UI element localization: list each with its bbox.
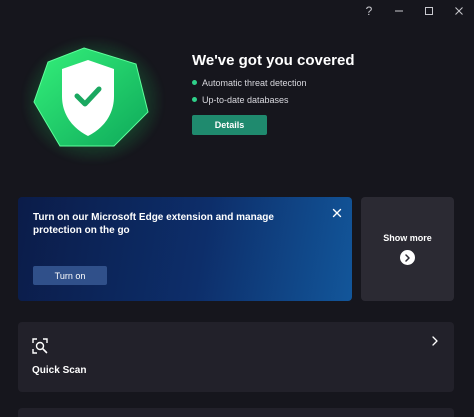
- show-more-label: Show more: [383, 233, 432, 243]
- feature-item: Up-to-date databases: [192, 91, 307, 108]
- edge-card-close-button[interactable]: [330, 206, 344, 220]
- show-more-card[interactable]: Show more: [361, 197, 454, 301]
- feature-item: Automatic threat detection: [192, 74, 307, 91]
- protection-status: We've got you covered Automatic threat d…: [0, 0, 474, 180]
- quick-scan-card[interactable]: Quick Scan: [18, 322, 454, 392]
- chevron-right-icon: [432, 336, 438, 346]
- chevron-right-icon: [405, 253, 410, 262]
- show-more-arrow-button[interactable]: [400, 250, 415, 265]
- quick-scan-icon: [32, 338, 48, 354]
- feature-label: Up-to-date databases: [202, 94, 289, 105]
- edge-extension-card: Turn on our Microsoft Edge extension and…: [18, 197, 352, 301]
- feature-list: Automatic threat detection Up-to-date da…: [192, 74, 307, 108]
- hero-title: We've got you covered: [192, 52, 355, 69]
- protection-shield: [18, 38, 168, 163]
- shield-check-icon: [33, 47, 149, 147]
- bullet-dot-icon: [192, 80, 197, 85]
- details-button[interactable]: Details: [192, 115, 267, 135]
- feature-label: Automatic threat detection: [202, 77, 307, 88]
- edge-extension-message: Turn on our Microsoft Edge extension and…: [33, 212, 274, 236]
- bullet-dot-icon: [192, 97, 197, 102]
- close-icon: [332, 208, 342, 218]
- turn-on-button[interactable]: Turn on: [33, 266, 107, 285]
- quick-scan-label: Quick Scan: [32, 365, 87, 376]
- next-card[interactable]: [18, 408, 454, 417]
